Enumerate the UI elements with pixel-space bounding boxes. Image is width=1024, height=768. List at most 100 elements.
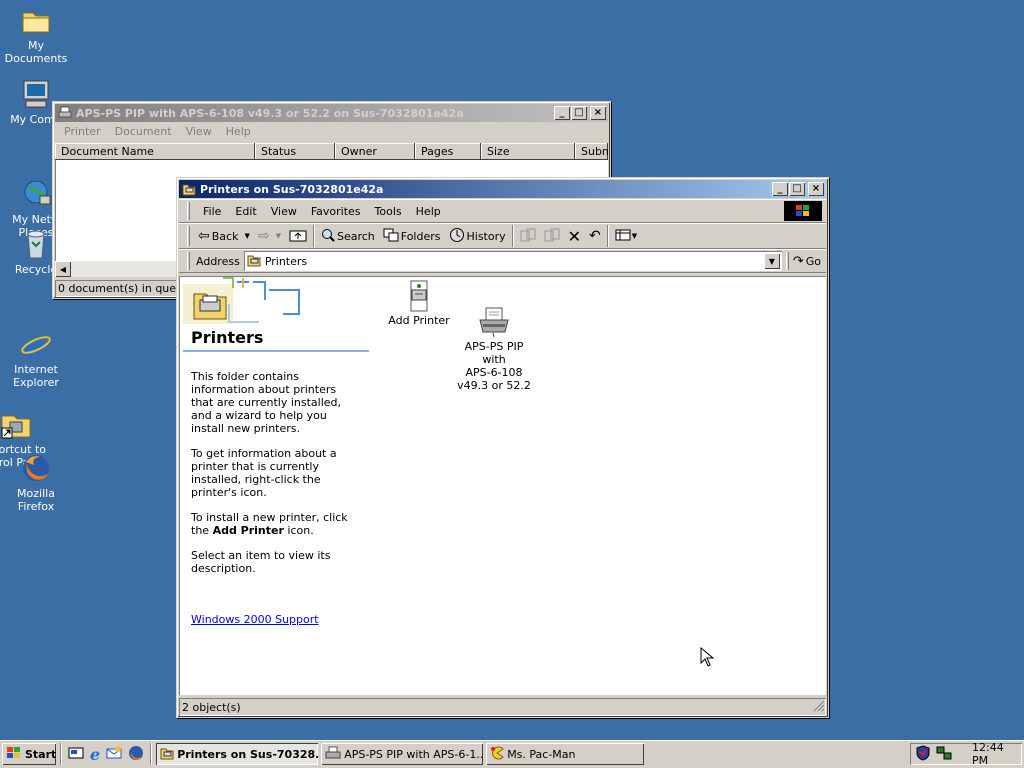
windows-logo-icon: [784, 201, 822, 221]
menu-printer[interactable]: Printer: [57, 125, 108, 138]
minimize-button[interactable]: _: [554, 106, 570, 120]
recycle-bin-icon: [20, 228, 52, 260]
printers-folder-icon: [182, 182, 196, 196]
menu-document[interactable]: Document: [108, 125, 179, 138]
quick-launch: e: [64, 745, 148, 764]
internet-explorer-icon[interactable]: e: [90, 745, 100, 764]
folders-icon: [383, 228, 399, 245]
folder-item-printer[interactable]: APS-PS PIP with APS-6-108 v49.3 or 52.2: [457, 280, 531, 392]
desktop-icon-my-documents[interactable]: My Documents: [0, 4, 74, 65]
taskbar-button-ms-pac-man[interactable]: Ms. Pac-Man: [486, 743, 644, 765]
history-button[interactable]: History: [445, 225, 510, 247]
chevron-down-icon: ▼: [275, 232, 281, 240]
delete-button[interactable]: ✕: [564, 225, 585, 247]
window-title: APS-PS PIP with APS-6-108 v49.3 or 52.2 …: [76, 106, 464, 120]
folder-icon: [20, 4, 52, 36]
taskbar: Start e Printers on Sus-70328... APS-PS …: [0, 740, 1024, 768]
address-value: Printers: [264, 254, 308, 268]
close-button[interactable]: ×: [808, 182, 824, 196]
history-icon: [449, 227, 465, 246]
printers-status-bar: 2 object(s): [179, 698, 826, 716]
taskbar-button-printers[interactable]: Printers on Sus-70328...: [156, 743, 319, 765]
resize-grip-icon[interactable]: [813, 700, 825, 715]
back-button[interactable]: ⇦ Back ▼: [194, 225, 254, 247]
menu-edit[interactable]: Edit: [228, 205, 263, 218]
info-paragraph: This folder contains information about p…: [191, 370, 342, 435]
undo-icon: ↶: [589, 228, 601, 244]
folder-item-label: APS-PS PIP with APS-6-108 v49.3 or 52.2: [457, 340, 531, 392]
menu-view[interactable]: View: [179, 125, 219, 138]
printer-icon: [457, 293, 531, 338]
folders-button[interactable]: Folders: [379, 225, 445, 247]
column-submitted[interactable]: Subm: [575, 143, 608, 160]
copy-to-icon: [544, 228, 560, 245]
views-button[interactable]: ▼: [611, 225, 641, 247]
windows-2000-support-link[interactable]: Windows 2000 Support: [191, 613, 319, 626]
system-tray: 12:44 PM: [910, 741, 1022, 767]
clock[interactable]: 12:44 PM: [972, 741, 1022, 767]
move-to-button[interactable]: [516, 225, 540, 247]
maximize-button[interactable]: □: [789, 182, 805, 196]
menu-tools[interactable]: Tools: [368, 205, 409, 218]
scroll-left-button[interactable]: ◀: [55, 261, 71, 277]
go-button[interactable]: ↷ Go: [789, 250, 825, 272]
taskbar-button-print-queue[interactable]: APS-PS PIP with APS-6-1...: [321, 743, 483, 765]
chevron-down-icon: ▼: [631, 232, 638, 240]
maximize-button[interactable]: □: [571, 106, 587, 120]
queue-column-headers: Document Name Status Owner Pages Size Su…: [55, 143, 608, 160]
start-button[interactable]: Start: [2, 743, 56, 765]
address-field[interactable]: Printers ▼: [243, 251, 782, 271]
outlook-express-icon[interactable]: [106, 745, 122, 764]
menu-help[interactable]: Help: [409, 205, 448, 218]
minimize-button[interactable]: _: [772, 182, 788, 196]
history-label: History: [466, 229, 506, 243]
firefox-icon[interactable]: [128, 745, 144, 764]
forward-arrow-icon: ⇨: [257, 228, 270, 244]
delete-x-icon: ✕: [567, 226, 582, 246]
computer-icon: [20, 78, 52, 110]
control-panel-icon: [0, 395, 32, 439]
printers-window-titlebar[interactable]: Printers on Sus-7032801e42a _ □ ×: [179, 180, 826, 198]
up-folder-button[interactable]: [285, 225, 311, 247]
column-status[interactable]: Status: [255, 143, 335, 160]
status-text: 2 object(s): [182, 701, 241, 714]
menu-favorites[interactable]: Favorites: [304, 205, 368, 218]
search-button[interactable]: Search: [317, 225, 379, 247]
address-bar-row: Address Printers ▼ ↷ Go: [179, 249, 826, 273]
forward-button[interactable]: ⇨ ▼: [254, 225, 285, 247]
copy-to-button[interactable]: [540, 225, 564, 247]
address-dropdown-button[interactable]: ▼: [763, 253, 780, 269]
menu-file[interactable]: File: [196, 205, 228, 218]
back-label: Back: [211, 229, 239, 243]
webview-info-pane: Printers This folder contains informatio…: [183, 276, 369, 695]
taskbar-button-label: Printers on Sus-70328...: [177, 747, 319, 761]
printer-icon: [58, 106, 72, 120]
folder-item-add-printer[interactable]: Add Printer: [385, 280, 453, 327]
info-paragraph: Select an item to view its description.: [191, 549, 331, 575]
security-shield-icon[interactable]: [916, 744, 930, 764]
desktop-icon-label: Mozilla Firefox: [17, 487, 55, 513]
close-button[interactable]: ×: [590, 106, 606, 120]
taskbar-button-label: Ms. Pac-Man: [507, 747, 576, 761]
printers-window: Printers on Sus-7032801e42a _ □ × File E…: [176, 177, 829, 718]
views-icon: [615, 228, 631, 245]
menu-help[interactable]: Help: [219, 125, 258, 138]
column-pages[interactable]: Pages: [415, 143, 481, 160]
column-size[interactable]: Size: [481, 143, 575, 160]
show-desktop-icon[interactable]: [68, 745, 84, 764]
go-arrow-icon: ↷: [792, 253, 804, 269]
folder-view[interactable]: Printers This folder contains informatio…: [179, 276, 826, 695]
printers-banner-art: [183, 276, 368, 328]
column-owner[interactable]: Owner: [335, 143, 415, 160]
window-title: Printers on Sus-7032801e42a: [200, 182, 384, 196]
menu-view[interactable]: View: [264, 205, 304, 218]
column-document-name[interactable]: Document Name: [55, 143, 255, 160]
network-tray-icon[interactable]: [936, 746, 952, 763]
windows-logo-icon: [6, 746, 22, 763]
start-label: Start: [25, 747, 56, 761]
info-paragraph: To install a new printer, click the Add …: [191, 511, 358, 537]
desktop-icon-mozilla-firefox[interactable]: Mozilla Firefox: [0, 452, 74, 513]
queue-window-titlebar[interactable]: APS-PS PIP with APS-6-108 v49.3 or 52.2 …: [55, 104, 608, 122]
printers-folder-icon: [160, 746, 174, 763]
undo-button[interactable]: ↶: [585, 225, 605, 247]
